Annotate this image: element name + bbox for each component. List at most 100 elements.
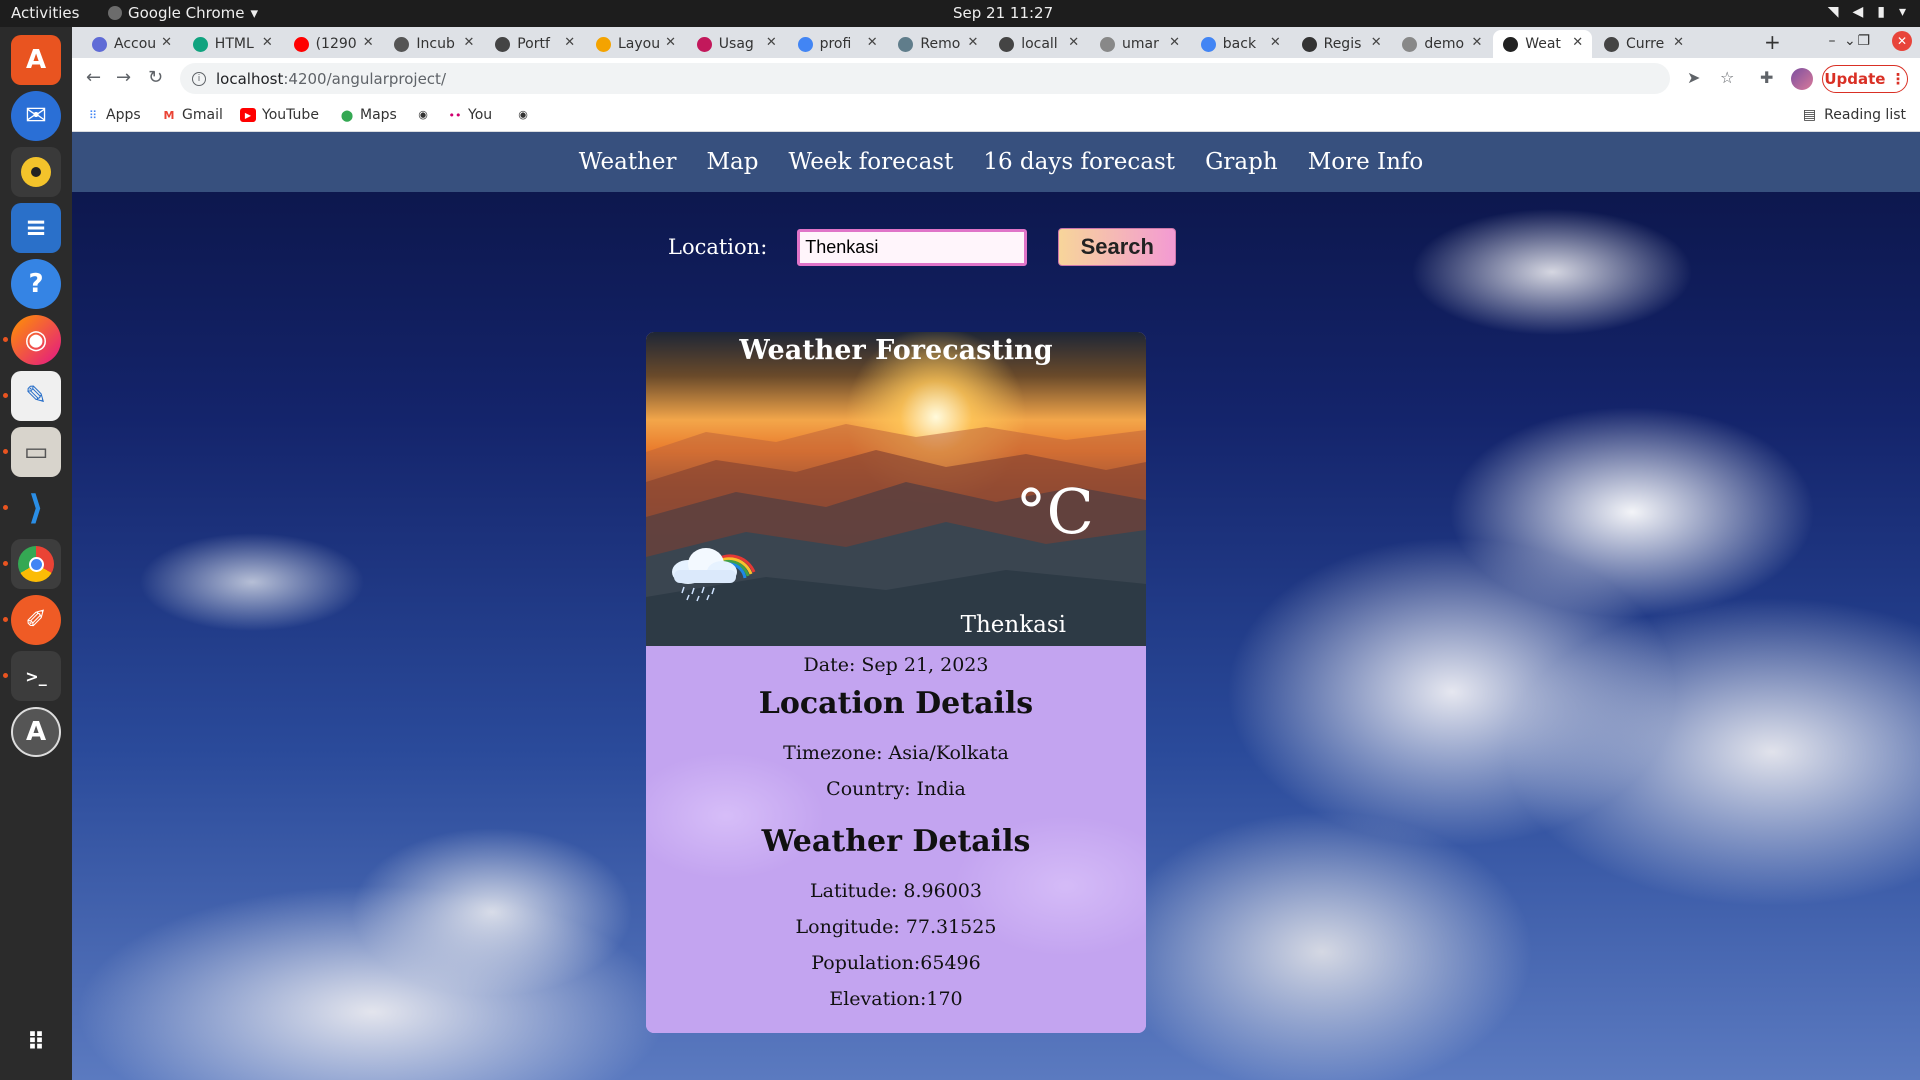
bookmark-apps[interactable]: ⠿ Apps <box>86 107 141 123</box>
browser-tab[interactable]: back ✕ <box>1191 30 1290 58</box>
firefox-icon[interactable]: ◉ <box>11 315 61 365</box>
latitude: Latitude: 8.96003 <box>810 880 982 902</box>
tab-close-icon[interactable]: ✕ <box>161 35 172 50</box>
app-menu[interactable]: Google Chrome ▾ <box>108 4 258 22</box>
bookmark-globe-2[interactable]: ◉ <box>516 107 530 121</box>
minimize-icon[interactable]: – <box>1828 33 1835 49</box>
browser-tab[interactable]: Regis ✕ <box>1292 30 1391 58</box>
restore-icon[interactable]: ❐ <box>1857 33 1870 49</box>
dock: A ✉ ≡ ? ◉ ✎ ▭ ⟩ ✐ >_ A ⠿ <box>0 27 72 1080</box>
browser-tab[interactable]: Accou ✕ <box>82 30 181 58</box>
browser-tab[interactable]: Layou ✕ <box>586 30 685 58</box>
site-info-icon[interactable]: i <box>192 71 206 86</box>
browser-tab[interactable]: Usag ✕ <box>687 30 786 58</box>
browser-tab[interactable]: Remo ✕ <box>888 30 987 58</box>
browser-tab[interactable]: Portf ✕ <box>485 30 584 58</box>
tab-close-icon[interactable]: ✕ <box>1169 35 1180 50</box>
browser-tab[interactable]: Incub ✕ <box>384 30 483 58</box>
libreoffice-writer-icon[interactable]: ≡ <box>11 203 61 253</box>
terminal-icon[interactable]: >_ <box>11 651 61 701</box>
tab-close-icon[interactable]: ✕ <box>262 35 273 50</box>
reading-list-button[interactable]: ▤ Reading list <box>1803 107 1906 123</box>
close-window-icon[interactable]: ✕ <box>1892 31 1912 51</box>
tab-close-icon[interactable]: ✕ <box>363 35 374 50</box>
tab-close-icon[interactable]: ✕ <box>1673 35 1684 50</box>
window-controls: – ❐ ✕ <box>1828 31 1912 51</box>
tab-close-icon[interactable]: ✕ <box>766 35 777 50</box>
tab-favicon-icon <box>1402 36 1418 52</box>
browser-tab[interactable]: demo ✕ <box>1392 30 1491 58</box>
bookmark-gmail[interactable]: M Gmail <box>162 107 223 123</box>
ubuntu-software-icon[interactable]: A <box>11 35 61 85</box>
bookmark-globe-1[interactable]: ◉ <box>416 107 430 121</box>
location-details-heading: Location Details <box>758 686 1034 721</box>
text-editor-icon[interactable]: ✎ <box>11 371 61 421</box>
search-button[interactable]: Search <box>1058 228 1177 266</box>
population: Population:65496 <box>811 952 981 974</box>
tab-close-icon[interactable]: ✕ <box>665 35 676 50</box>
tab-close-icon[interactable]: ✕ <box>1572 35 1583 50</box>
tab-close-icon[interactable]: ✕ <box>1068 35 1079 50</box>
system-menu[interactable]: ◥ ◀ ▮ ▾ <box>1828 4 1906 20</box>
help-icon[interactable]: ? <box>11 259 61 309</box>
location-input[interactable] <box>797 228 1028 266</box>
tab-close-icon[interactable]: ✕ <box>867 35 878 50</box>
tab-close-icon[interactable]: ✕ <box>564 35 575 50</box>
tab-favicon-icon <box>696 36 712 52</box>
browser-tab[interactable]: (1290 ✕ <box>284 30 383 58</box>
caret-down-icon: ▾ <box>250 4 259 22</box>
tab-favicon-icon <box>394 36 410 52</box>
forecast-date: Date: Sep 21, 2023 <box>803 654 989 676</box>
browser-toolbar: ← → ↻ i localhost:4200/angularproject/ ➤… <box>72 58 1920 100</box>
running-indicator <box>3 617 8 622</box>
app-menu-label: Google Chrome <box>128 4 245 22</box>
nav-graph[interactable]: Graph <box>1205 149 1278 175</box>
globe-icon: ◉ <box>518 107 528 121</box>
extensions-icon[interactable]: ✚ <box>1760 68 1773 87</box>
tab-label: umar <box>1122 36 1159 52</box>
tab-close-icon[interactable]: ✕ <box>1270 35 1281 50</box>
nav-more-info[interactable]: More Info <box>1308 149 1424 175</box>
tab-close-icon[interactable]: ✕ <box>1371 35 1382 50</box>
forward-icon[interactable]: → <box>116 67 131 88</box>
new-tab-button[interactable]: + <box>1764 30 1781 54</box>
tab-favicon-icon <box>596 36 611 52</box>
browser-tab[interactable]: Weat ✕ <box>1493 30 1593 58</box>
bookmark-youtube[interactable]: ▶ YouTube <box>240 107 319 123</box>
send-icon[interactable]: ➤ <box>1687 68 1700 87</box>
update-button[interactable]: Update ⋮ <box>1822 65 1908 93</box>
nav-16-days-forecast[interactable]: 16 days forecast <box>983 149 1175 175</box>
browser-tab[interactable]: Curre ✕ <box>1594 30 1693 58</box>
thunderbird-icon[interactable]: ✉ <box>11 91 61 141</box>
nav-week-forecast[interactable]: Week forecast <box>788 149 953 175</box>
activities-button[interactable]: Activities <box>11 4 79 22</box>
bookmark-maps[interactable]: ⬤ Maps <box>340 107 397 123</box>
nav-weather[interactable]: Weather <box>579 149 677 175</box>
bookmark-star-icon[interactable]: ☆ <box>1720 68 1734 87</box>
tab-label: locall <box>1021 36 1058 52</box>
browser-tab[interactable]: locall ✕ <box>989 30 1088 58</box>
bookmark-you[interactable]: •• You <box>448 107 493 123</box>
show-apps-icon[interactable]: ⠿ <box>11 1017 61 1067</box>
tab-favicon-icon <box>1301 36 1317 52</box>
card-details: Date: Sep 21, 2023 Location Details Time… <box>646 646 1146 1033</box>
postman-icon[interactable]: ✐ <box>11 595 61 645</box>
browser-tab[interactable]: umar ✕ <box>1090 30 1189 58</box>
clock[interactable]: Sep 21 11:27 <box>953 4 1053 22</box>
files-icon[interactable]: ▭ <box>11 427 61 477</box>
tab-close-icon[interactable]: ✕ <box>967 35 978 50</box>
back-icon[interactable]: ← <box>86 67 101 88</box>
vscode-icon[interactable]: ⟩ <box>11 483 61 533</box>
browser-tab[interactable]: HTML ✕ <box>183 30 282 58</box>
elevation: Elevation:170 <box>829 988 963 1010</box>
tab-close-icon[interactable]: ✕ <box>1471 35 1482 50</box>
chrome-icon[interactable] <box>11 539 61 589</box>
address-bar[interactable]: i localhost:4200/angularproject/ <box>180 63 1670 94</box>
tab-close-icon[interactable]: ✕ <box>463 35 474 50</box>
browser-tab[interactable]: profi ✕ <box>788 30 887 58</box>
profile-avatar[interactable] <box>1791 68 1813 90</box>
software-updater-icon[interactable]: A <box>11 707 61 757</box>
rhythmbox-icon[interactable] <box>11 147 61 197</box>
reload-icon[interactable]: ↻ <box>148 67 163 88</box>
nav-map[interactable]: Map <box>706 149 758 175</box>
